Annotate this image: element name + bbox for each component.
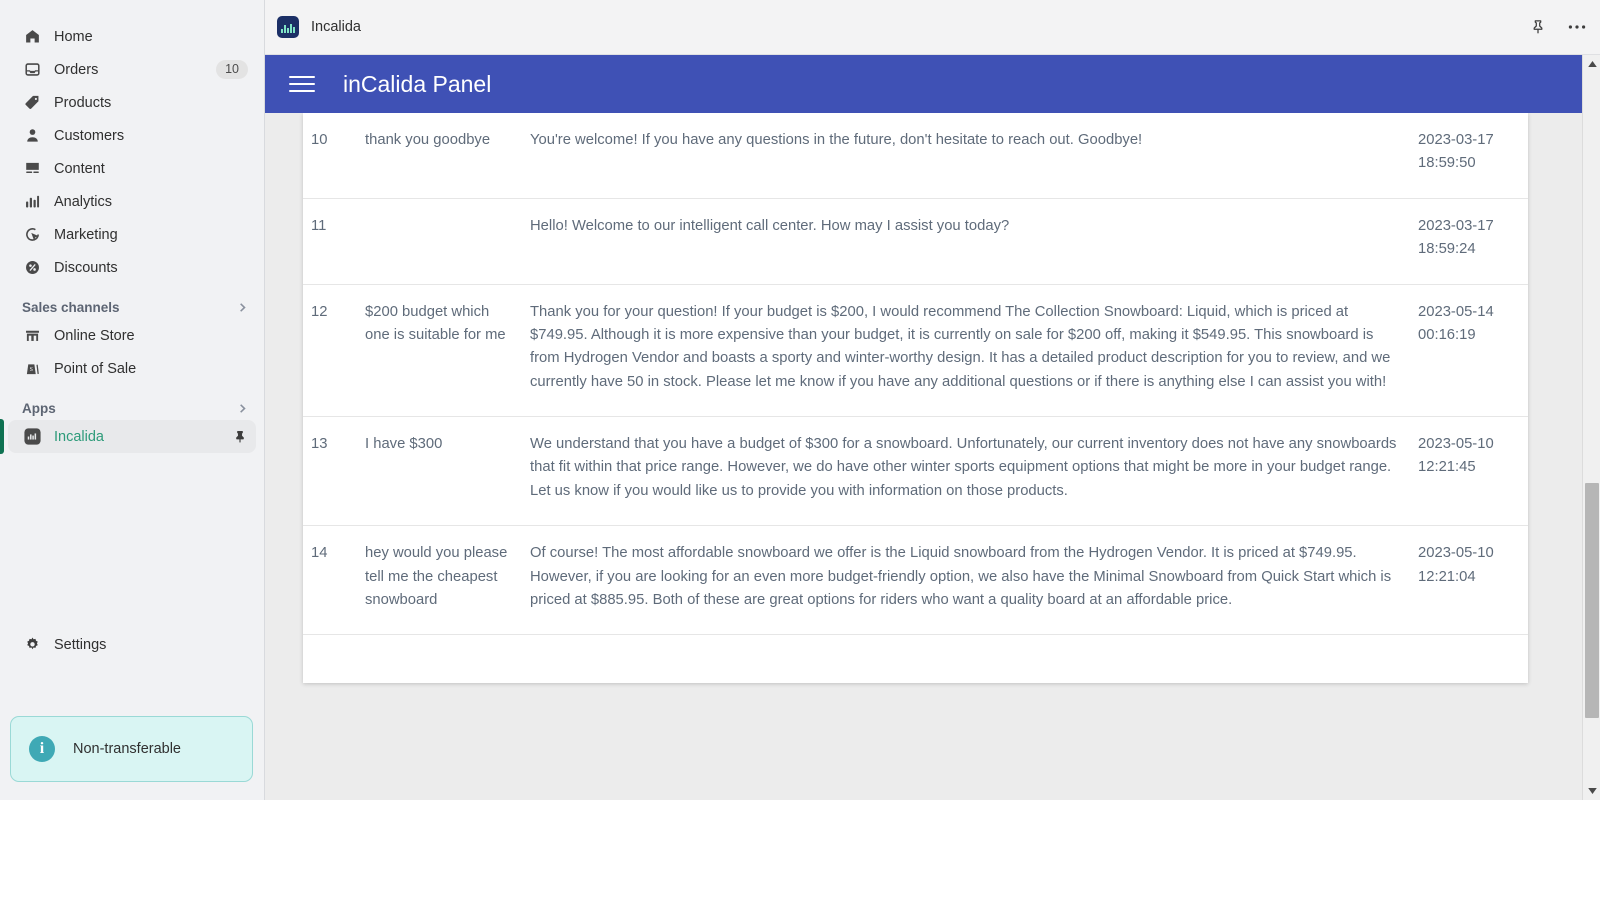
- row-answer: We understand that you have a budget of …: [522, 416, 1410, 527]
- sidebar-item-marketing[interactable]: Marketing: [8, 218, 256, 251]
- sidebar-item-customers[interactable]: Customers: [8, 119, 256, 152]
- row-question: hey would you please tell me the cheapes…: [357, 525, 522, 636]
- pin-icon[interactable]: [232, 427, 248, 447]
- sidebar-item-point-of-sale[interactable]: S Point of Sale: [8, 352, 256, 385]
- page-bottom-area: [0, 800, 1600, 900]
- sidebar-item-label: Content: [54, 160, 105, 177]
- row-id: 11: [303, 198, 357, 285]
- row-answer: You're welcome! If you have any question…: [522, 113, 1410, 199]
- sidebar-item-incalida[interactable]: Incalida: [0, 419, 256, 454]
- content-icon: [22, 159, 42, 179]
- sidebar-item-orders[interactable]: Orders 10: [8, 53, 256, 86]
- analytics-icon: [22, 192, 42, 212]
- qa-table: 10 thank you goodbye You're welcome! If …: [303, 113, 1528, 636]
- row-id: 10: [303, 113, 357, 199]
- sidebar-item-label: Online Store: [54, 327, 135, 344]
- scroll-up-arrow-icon[interactable]: [1583, 55, 1600, 73]
- panel-scroll-area: 10 thank you goodbye You're welcome! If …: [265, 113, 1582, 800]
- sidebar: Home Orders 10 Products Customers Conten…: [0, 0, 265, 800]
- scroll-thumb[interactable]: [1585, 483, 1599, 718]
- sidebar-item-label: Incalida: [54, 428, 104, 445]
- table-row[interactable]: 14 hey would you please tell me the chea…: [303, 525, 1528, 636]
- info-icon: i: [29, 736, 55, 762]
- sidebar-item-products[interactable]: Products: [8, 86, 256, 119]
- panel-title: inCalida Panel: [343, 70, 492, 97]
- customers-icon: [22, 126, 42, 146]
- main-area: Incalida inCalida Panel 10 thank you goo…: [265, 0, 1600, 800]
- row-date: 2023-05-14 00:16:19: [1410, 284, 1528, 417]
- table-row[interactable]: 12 $200 budget which one is suitable for…: [303, 284, 1528, 417]
- section-title: Apps: [22, 401, 56, 416]
- more-horizontal-icon[interactable]: [1568, 24, 1586, 30]
- row-id: 12: [303, 284, 357, 417]
- incalida-favicon: [277, 16, 299, 38]
- orders-icon: [22, 60, 42, 80]
- table-row[interactable]: 10 thank you goodbye You're welcome! If …: [303, 113, 1528, 199]
- vertical-scrollbar[interactable]: [1582, 55, 1600, 800]
- panel-app-bar: inCalida Panel: [265, 55, 1582, 113]
- sidebar-item-home[interactable]: Home: [8, 20, 256, 53]
- sidebar-item-label: Products: [54, 94, 112, 111]
- row-question: I have $300: [357, 416, 522, 527]
- home-icon: [22, 27, 42, 47]
- app-frame-bar: Incalida: [265, 0, 1600, 55]
- notice-label: Non-transferable: [73, 741, 181, 757]
- row-answer: Hello! Welcome to our intelligent call c…: [522, 198, 1410, 285]
- sidebar-item-analytics[interactable]: Analytics: [8, 185, 256, 218]
- row-id: 13: [303, 416, 357, 527]
- sidebar-item-label: Marketing: [54, 226, 118, 243]
- sidebar-item-label: Orders: [54, 61, 99, 78]
- products-icon: [22, 93, 42, 113]
- sidebar-item-label: Analytics: [54, 193, 113, 210]
- sidebar-item-label: Home: [54, 28, 93, 45]
- hamburger-menu-icon[interactable]: [289, 76, 315, 92]
- sidebar-item-label: Customers: [54, 127, 125, 144]
- sidebar-item-discounts[interactable]: Discounts: [8, 251, 256, 284]
- chevron-right-icon[interactable]: [237, 302, 248, 313]
- chevron-right-icon[interactable]: [237, 403, 248, 414]
- sidebar-item-content[interactable]: Content: [8, 152, 256, 185]
- row-date: 2023-03-17 18:59:50: [1410, 113, 1528, 199]
- apps-section-header[interactable]: Apps: [22, 401, 248, 416]
- marketing-icon: [22, 225, 42, 245]
- app-frame-title: Incalida: [311, 19, 361, 35]
- row-date: 2023-05-10 12:21:04: [1410, 525, 1528, 636]
- table-row[interactable]: 13 I have $300 We understand that you ha…: [303, 416, 1528, 527]
- sidebar-item-label: Point of Sale: [54, 360, 137, 377]
- incalida-app-icon: [22, 427, 42, 447]
- non-transferable-notice: i Non-transferable: [10, 716, 253, 782]
- table-row[interactable]: 11 Hello! Welcome to our intelligent cal…: [303, 198, 1528, 285]
- discounts-icon: [22, 258, 42, 278]
- qa-table-card: 10 thank you goodbye You're welcome! If …: [303, 113, 1528, 684]
- section-title: Sales channels: [22, 300, 120, 315]
- row-question: $200 budget which one is suitable for me: [357, 284, 522, 417]
- application-window: Home Orders 10 Products Customers Conten…: [0, 0, 1600, 900]
- row-answer: Of course! The most affordable snowboard…: [522, 525, 1410, 636]
- svg-text:S: S: [29, 367, 32, 373]
- gear-icon: [22, 635, 42, 655]
- row-date: 2023-05-10 12:21:45: [1410, 416, 1528, 527]
- sidebar-item-label: Discounts: [54, 259, 118, 276]
- row-date: 2023-03-17 18:59:24: [1410, 198, 1528, 285]
- point-of-sale-icon: S: [22, 359, 42, 379]
- sidebar-item-label: Settings: [54, 636, 107, 653]
- row-id: 14: [303, 525, 357, 636]
- storefront-icon: [22, 326, 42, 346]
- sidebar-item-settings[interactable]: Settings: [8, 628, 256, 661]
- sales-channels-section-header[interactable]: Sales channels: [22, 300, 248, 315]
- sidebar-item-online-store[interactable]: Online Store: [8, 319, 256, 352]
- scroll-down-arrow-icon[interactable]: [1583, 782, 1600, 800]
- pin-icon[interactable]: [1530, 19, 1546, 35]
- row-answer: Thank you for your question! If your bud…: [522, 284, 1410, 417]
- row-question: [357, 198, 522, 285]
- row-question: thank you goodbye: [357, 113, 522, 199]
- orders-count-badge: 10: [216, 60, 248, 79]
